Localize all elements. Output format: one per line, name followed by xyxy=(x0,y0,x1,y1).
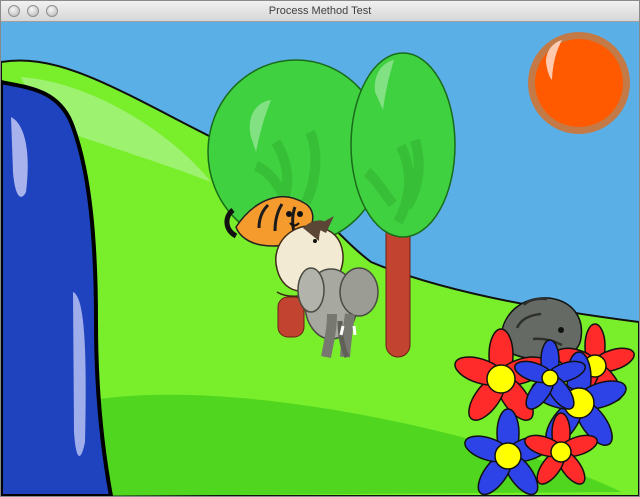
scene-svg xyxy=(1,22,639,496)
app-window: Process Method Test xyxy=(0,0,640,497)
window-title: Process Method Test xyxy=(268,5,372,17)
tree-right-trunk xyxy=(385,216,411,358)
title-bar[interactable]: Process Method Test xyxy=(1,1,639,22)
scene-canvas xyxy=(1,22,639,496)
